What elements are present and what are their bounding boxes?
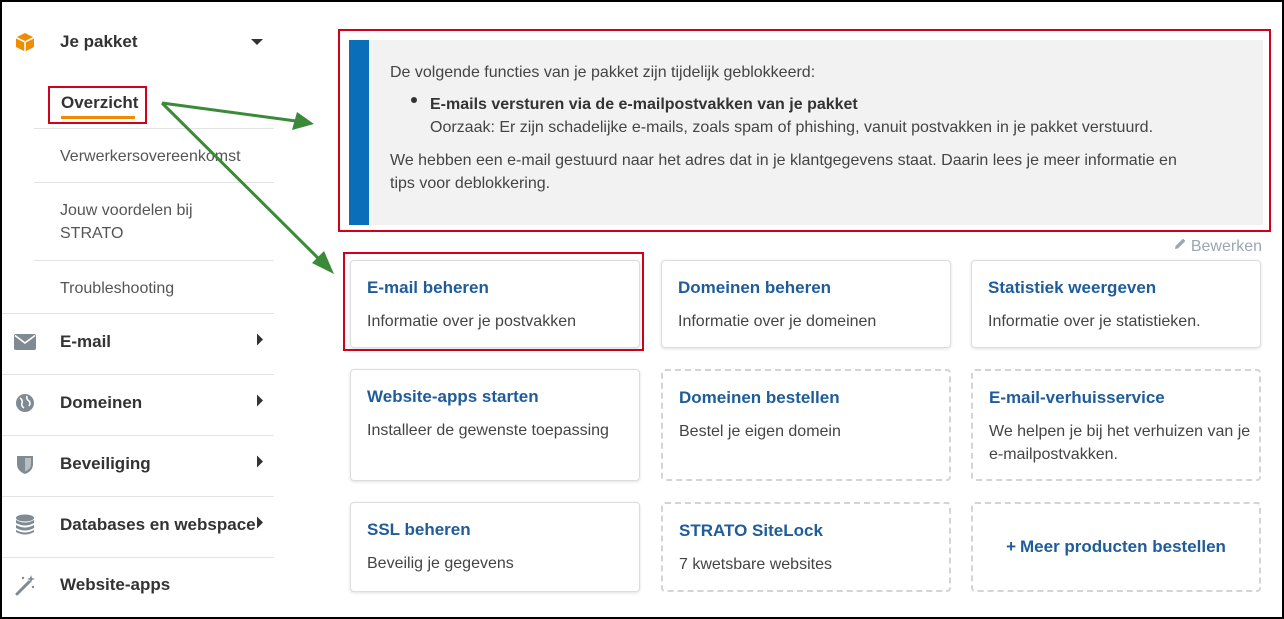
card-title: Domeinen bestellen xyxy=(679,388,840,407)
sidebar-item-label: E-mail xyxy=(60,332,112,351)
edit-link[interactable]: Bewerken xyxy=(1173,237,1262,256)
card-sitelock[interactable]: STRATO SiteLock 7 kwetsbare websites xyxy=(661,502,951,592)
caret-down-icon xyxy=(250,33,264,51)
sidebar-item-label: Website-apps xyxy=(60,575,171,594)
divider xyxy=(34,182,274,183)
sidebar-subitem-benefits[interactable]: Jouw voordelen bij STRATO xyxy=(60,199,193,245)
database-icon xyxy=(14,514,36,536)
bullet-dot xyxy=(411,97,417,103)
card-statistics[interactable]: Statistiek weergeven Informatie over je … xyxy=(971,260,1261,348)
sidebar-subitem-label: STRATO xyxy=(60,225,124,242)
notice-body-line: We hebben een e-mail gestuurd naar het a… xyxy=(390,152,1177,169)
card-title: STRATO SiteLock xyxy=(679,521,823,540)
card-title: Domeinen beheren xyxy=(678,278,832,297)
card-email-moving-service[interactable]: E-mail-verhuisservice We helpen je bij h… xyxy=(971,369,1261,481)
card-title: Meer producten bestellen xyxy=(1020,537,1226,556)
card-description: Beveilig je gegevens xyxy=(367,555,514,572)
sidebar-item-email[interactable]: E-mail xyxy=(2,312,274,372)
sidebar-item-label: Databases en webspace xyxy=(60,515,256,534)
divider xyxy=(34,128,274,129)
card-title: Statistiek weergeven xyxy=(988,278,1157,297)
envelope-icon xyxy=(14,331,36,353)
sidebar-item-label: Beveiliging xyxy=(60,454,151,473)
sidebar-subitem-label: Overzicht xyxy=(61,93,139,112)
edit-label: Bewerken xyxy=(1190,237,1262,255)
card-ssl-manage[interactable]: SSL beheren Beveilig je gegevens xyxy=(350,502,640,592)
card-description: Informatie over je statistieken. xyxy=(988,313,1201,330)
box-icon xyxy=(14,31,36,53)
order-more-link: + Meer producten bestellen xyxy=(973,504,1259,590)
card-domains-order[interactable]: Domeinen bestellen Bestel je eigen domei… xyxy=(661,369,951,481)
card-title: E-mail-verhuisservice xyxy=(989,388,1165,407)
globe-icon xyxy=(14,392,36,414)
card-website-apps-start[interactable]: Website-apps starten Installeer de gewen… xyxy=(350,369,640,481)
notice-bullet-reason: Oorzaak: Er zijn schadelijke e-mails, zo… xyxy=(430,119,1154,136)
pencil-icon xyxy=(1173,237,1187,256)
caret-right-icon xyxy=(256,333,264,352)
sidebar: Je pakket Overzicht Verwerkersovereenkom… xyxy=(2,2,274,617)
sidebar-subitem-label: Jouw voordelen bij xyxy=(60,202,193,219)
notice-bullet-title: E-mails versturen via de e-mailpostvakke… xyxy=(430,96,858,113)
shield-icon xyxy=(14,453,36,475)
plus-icon: + xyxy=(1006,537,1016,556)
divider xyxy=(34,260,274,261)
card-email-manage[interactable]: E-mail beheren Informatie over je postva… xyxy=(350,260,640,348)
caret-right-icon xyxy=(256,455,264,474)
sidebar-item-package[interactable]: Je pakket xyxy=(2,12,274,72)
sidebar-subitem-overview[interactable]: Overzicht xyxy=(48,86,147,124)
sidebar-item-domains[interactable]: Domeinen xyxy=(2,373,274,433)
sidebar-subitem-troubleshooting[interactable]: Troubleshooting xyxy=(60,277,174,300)
magic-wand-icon xyxy=(14,574,36,596)
blocked-features-notice: De volgende functies van je pakket zijn … xyxy=(349,40,1263,225)
card-title: E-mail beheren xyxy=(367,278,489,297)
sidebar-subitem-processing-agreement[interactable]: Verwerkersovereenkomst xyxy=(60,145,241,168)
card-description: Informatie over je domeinen xyxy=(678,313,877,330)
sidebar-item-security[interactable]: Beveiliging xyxy=(2,434,274,494)
card-description: Informatie over je postvakken xyxy=(367,313,576,330)
card-domains-manage[interactable]: Domeinen beheren Informatie over je dome… xyxy=(661,260,951,348)
card-description: We helpen je bij het verhuizen van je e-… xyxy=(989,423,1251,463)
sidebar-item-label: Domeinen xyxy=(60,393,143,412)
active-underline xyxy=(61,116,135,119)
sidebar-item-databases[interactable]: Databases en webspace xyxy=(2,495,274,555)
sidebar-item-label: Je pakket xyxy=(60,32,138,51)
sidebar-item-website-apps[interactable]: Website-apps xyxy=(2,555,274,615)
card-description: Installeer de gewenste toepassing xyxy=(367,422,609,439)
card-title: SSL beheren xyxy=(367,520,471,539)
card-order-more-products[interactable]: + Meer producten bestellen xyxy=(971,502,1261,592)
notice-body-line: tips voor deblokkering. xyxy=(390,175,551,192)
caret-right-icon xyxy=(256,516,264,535)
card-description: 7 kwetsbare websites xyxy=(679,556,832,573)
caret-right-icon xyxy=(256,394,264,413)
notice-intro: De volgende functies van je pakket zijn … xyxy=(390,64,816,81)
card-description: Bestel je eigen domein xyxy=(679,423,841,440)
card-title: Website-apps starten xyxy=(367,387,539,406)
